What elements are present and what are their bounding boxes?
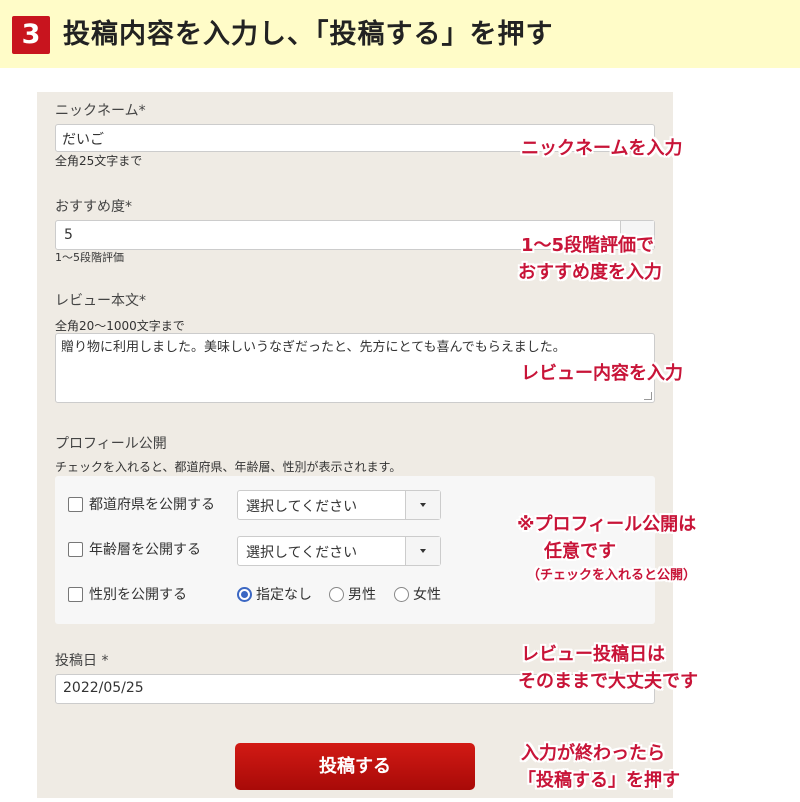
prefecture-checkbox-row[interactable]: 都道府県を公開する xyxy=(68,494,215,514)
annotation-review: レビュー内容を入力 xyxy=(521,363,683,384)
prefecture-select-value: 選択してください xyxy=(246,499,358,515)
annotation-submit-line2: 「投稿する」を押す xyxy=(518,770,680,791)
age-checkbox-label[interactable]: 年齢層を公開する xyxy=(89,539,201,559)
age-select[interactable]: 選択してください xyxy=(237,536,441,566)
annotation-rating-line2: おすすめ度を入力 xyxy=(518,262,662,283)
gender-radio-unspecified[interactable]: 指定なし xyxy=(237,584,312,604)
annotation-profile-line2: 任意です xyxy=(544,541,616,562)
radio-unchecked-icon[interactable] xyxy=(329,586,344,602)
recommendation-label: おすすめ度* xyxy=(55,199,132,215)
age-dropdown-button[interactable] xyxy=(405,537,440,565)
annotation-profile-line1: ※プロフィール公開は xyxy=(517,514,697,535)
review-label: レビュー本文* xyxy=(55,293,146,309)
prefecture-dropdown-button[interactable] xyxy=(405,491,440,519)
step-header: 3 投稿内容を入力し、「投稿する」を押す xyxy=(0,0,800,68)
date-label: 投稿日 * xyxy=(55,653,109,669)
annotation-date-line2: そのままで大丈夫です xyxy=(518,671,698,692)
prefecture-checkbox-label[interactable]: 都道府県を公開する xyxy=(89,494,215,514)
gender-option-label[interactable]: 男性 xyxy=(348,584,376,604)
gender-radio-male[interactable]: 男性 xyxy=(329,584,376,604)
recommendation-hint: 1〜5段階評価 xyxy=(55,251,124,264)
review-hint: 全角20〜1000文字まで xyxy=(55,319,185,333)
radio-unchecked-icon[interactable] xyxy=(394,586,409,602)
step-number-badge: 3 xyxy=(12,16,50,54)
profile-label: プロフィール公開 xyxy=(55,436,167,452)
submit-button[interactable]: 投稿する xyxy=(235,743,475,790)
gender-radio-female[interactable]: 女性 xyxy=(394,584,441,604)
resize-grip-icon[interactable] xyxy=(644,392,652,400)
age-checkbox[interactable] xyxy=(68,541,83,557)
annotation-profile-line3: （チェックを入れると公開） xyxy=(527,568,697,583)
prefecture-checkbox[interactable] xyxy=(68,496,83,512)
chevron-down-icon xyxy=(420,549,426,553)
review-text: 贈り物に利用しました。美味しいうなぎだったと、先方にとても喜んでもらえました。 xyxy=(61,340,566,355)
gender-checkbox-row[interactable]: 性別を公開する xyxy=(68,584,187,604)
radio-checked-icon[interactable] xyxy=(237,586,252,602)
annotation-date-line1: レビュー投稿日は xyxy=(521,644,665,665)
annotation-submit-line1: 入力が終わったら xyxy=(521,743,665,764)
gender-option-label[interactable]: 女性 xyxy=(413,584,441,604)
gender-checkbox[interactable] xyxy=(68,586,83,602)
nickname-label: ニックネーム* xyxy=(55,103,146,119)
annotation-nickname: ニックネームを入力 xyxy=(521,138,683,159)
step-title: 投稿内容を入力し、「投稿する」を押す xyxy=(63,19,554,50)
age-select-value: 選択してください xyxy=(246,545,358,561)
gender-option-label[interactable]: 指定なし xyxy=(256,584,312,604)
chevron-down-icon xyxy=(420,503,426,507)
recommendation-value: 5 xyxy=(64,227,73,243)
nickname-hint: 全角25文字まで xyxy=(55,154,143,168)
prefecture-select[interactable]: 選択してください xyxy=(237,490,441,520)
age-checkbox-row[interactable]: 年齢層を公開する xyxy=(68,539,201,559)
gender-checkbox-label[interactable]: 性別を公開する xyxy=(89,584,187,604)
profile-hint: チェックを入れると、都道府県、年齢層、性別が表示されます。 xyxy=(55,460,402,474)
annotation-rating-line1: 1〜5段階評価で xyxy=(521,235,655,256)
